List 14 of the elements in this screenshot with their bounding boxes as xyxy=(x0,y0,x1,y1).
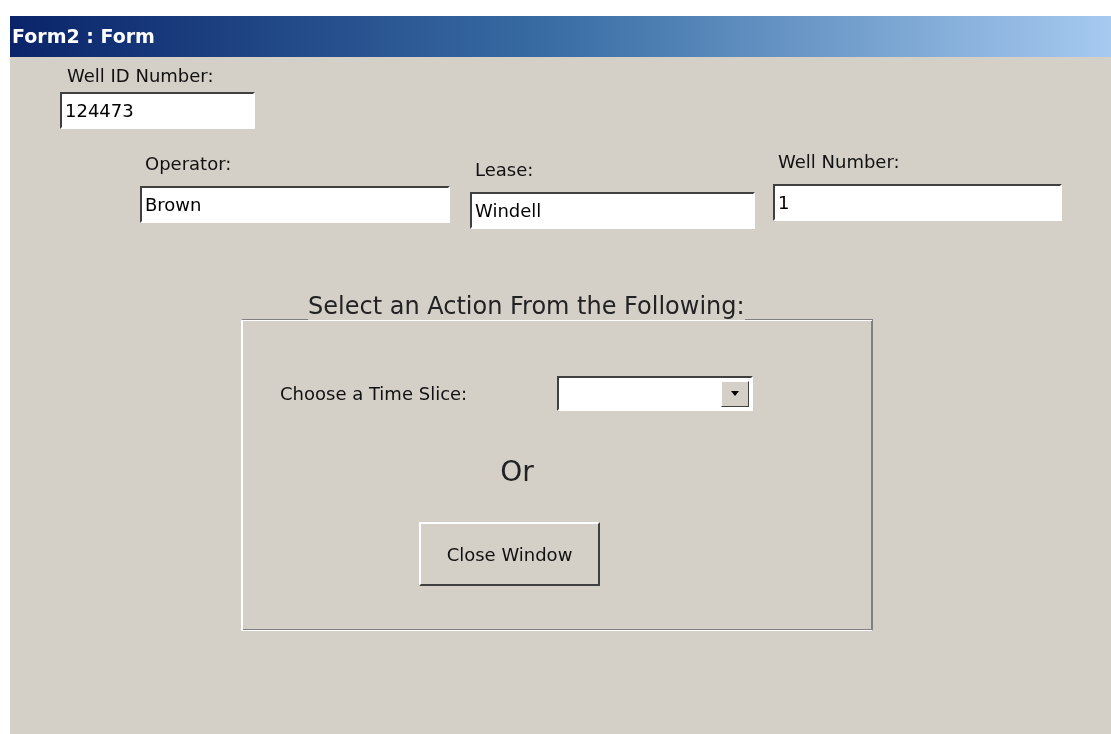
field-label: Well Number: xyxy=(778,151,901,174)
group-title: Select an Action From the Following: xyxy=(308,292,745,320)
or-text: Or xyxy=(500,455,534,488)
dropdown[interactable] xyxy=(557,376,754,411)
field-label: Choose a Time Slice: xyxy=(280,383,468,404)
input-field[interactable]: Windell xyxy=(470,192,755,229)
window-title: Form2 : Form xyxy=(10,16,1111,57)
input-field[interactable]: 1 xyxy=(773,184,1062,221)
field-label: Well ID Number: xyxy=(67,65,214,86)
field-label: Lease: xyxy=(475,159,535,182)
input-field[interactable]: Brown xyxy=(140,186,450,223)
field-label: Operator: xyxy=(145,153,233,176)
close-button[interactable]: Close Window xyxy=(419,522,600,586)
input-field[interactable]: 124473 xyxy=(60,92,255,129)
